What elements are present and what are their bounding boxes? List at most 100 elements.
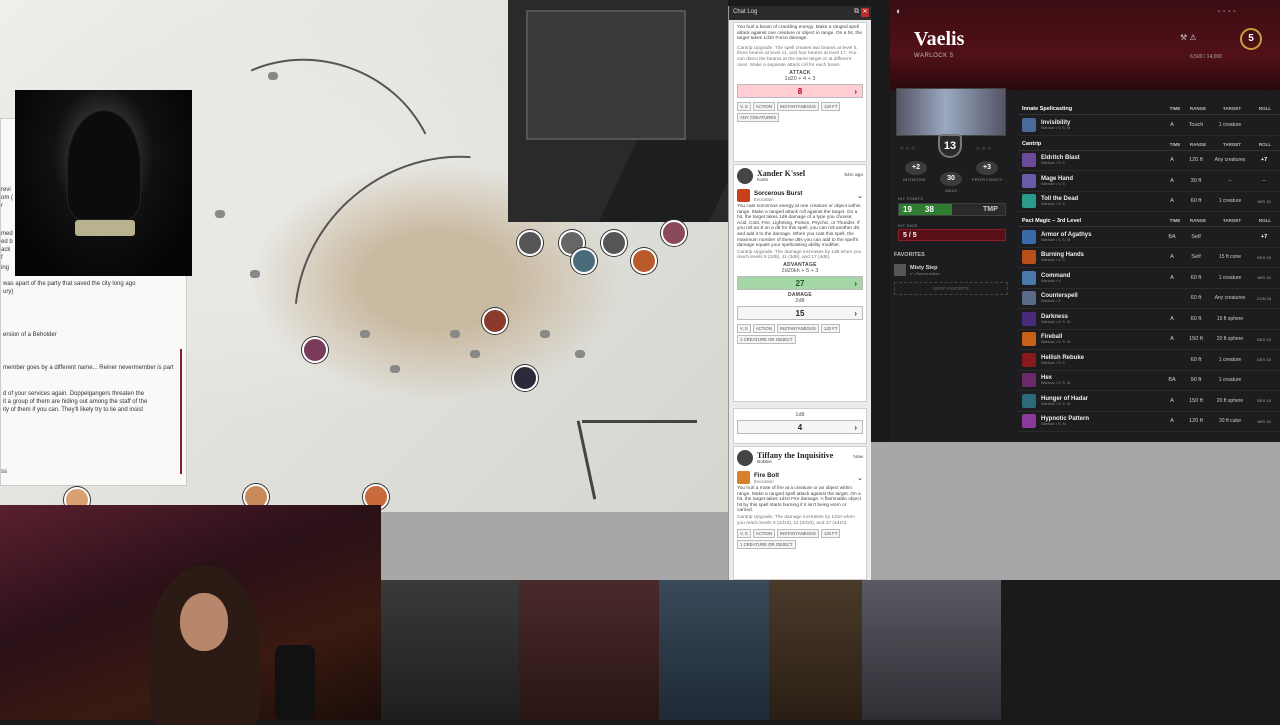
spell-name[interactable]: Invisibility Warlock • V, S, M — [1041, 120, 1160, 130]
spell-name-text: Armor of Agathys — [1041, 231, 1092, 238]
spell-row[interactable]: Hex Warlock • V, S, M BA 90 ft 1 creature — [1018, 371, 1280, 391]
spell-name[interactable]: Counterspell Warlock • S — [1041, 293, 1160, 303]
spell-row[interactable]: Burning Hands Warlock • V, S A Self 15 ft co… — [1018, 248, 1280, 268]
token[interactable] — [517, 230, 543, 256]
hit-dice-value[interactable]: 5 / 5 — [898, 229, 1006, 241]
column-header: ROLL — [1258, 141, 1272, 147]
handout-scrollbar[interactable] — [180, 349, 182, 474]
spell-name[interactable]: Hypnotic Pattern Warlock • S, M — [1041, 416, 1160, 426]
spell-name[interactable]: Hunger of Hadar Warlock • V, S, M — [1041, 396, 1160, 406]
spell-name[interactable]: Armor of Agathys Warlock • V, S, M — [1041, 232, 1160, 242]
spell-header[interactable]: Fire Bolt Evocation ⌄ — [734, 469, 866, 486]
roll-value: 4 — [797, 423, 803, 432]
drop-favorite-zone[interactable]: DROP FAVORITE — [894, 282, 1008, 295]
spell-range: 150 ft — [1189, 397, 1203, 404]
roll-formula: 2d8 — [795, 297, 805, 304]
token[interactable] — [571, 248, 597, 274]
spell-target: Any creatures — [1214, 157, 1246, 164]
chat-log-header: Chat Log ⧉ ✕ — [729, 6, 871, 20]
token[interactable] — [482, 308, 508, 334]
spell-name[interactable]: Eldritch Blast Warlock • V, S — [1041, 155, 1160, 165]
hit-dice-label: HIT DICE — [898, 223, 918, 228]
token[interactable] — [661, 220, 687, 246]
spell-name[interactable]: Hex Warlock • V, S, M — [1041, 375, 1160, 385]
character-portrait[interactable] — [896, 88, 1006, 136]
spell-row[interactable]: Eldritch Blast Warlock • V, S A 120 ft Any c… — [1018, 151, 1280, 171]
spell-row[interactable]: Darkness Warlock • V, S, M A 60 ft 15 ft sph… — [1018, 309, 1280, 330]
window-controls[interactable]: ▫▫▫▫ — [1218, 9, 1239, 15]
chevron-down-icon[interactable]: ⌄ — [857, 192, 863, 200]
spell-roll[interactable]: DEX 15 — [1252, 337, 1276, 342]
spell-header[interactable]: Sorcerous Burst Evocation ⌄ — [734, 187, 866, 204]
spell-icon — [1022, 332, 1036, 347]
roll-result[interactable]: 27 › — [737, 275, 863, 290]
token[interactable] — [512, 365, 538, 391]
token[interactable] — [631, 248, 657, 274]
rest-icon[interactable]: ⚒ ⚠ — [1180, 33, 1197, 42]
hp-bar[interactable]: 19 38 TMP — [898, 203, 1006, 216]
spell-target: 1 creature — [1218, 377, 1242, 384]
rock — [215, 210, 225, 218]
handout-line: it a group of them are hiding out among … — [3, 399, 148, 405]
roll-value: 27 — [795, 278, 805, 288]
spell-roll[interactable]: DEX 15 — [1252, 357, 1276, 362]
spell-components: Warlock • V, S, M — [1041, 340, 1071, 345]
spell-name[interactable]: Fireball Warlock • V, S, M — [1041, 334, 1160, 344]
column-header: RANGE — [1189, 218, 1207, 223]
close-icon[interactable]: ✕ — [861, 8, 869, 17]
death-saves[interactable]: ○○○ — [900, 146, 917, 152]
spell-row[interactable]: Invisibility Warlock • V, S, M A Touch 1 cre… — [1018, 115, 1280, 136]
death-saves[interactable]: ○○○ — [976, 146, 993, 152]
tmp-hp[interactable]: TMP — [983, 206, 998, 213]
spell-name: Sorcerous Burst — [754, 189, 803, 197]
favorite-item[interactable]: Misty Step V • Bonus Action — [894, 264, 1008, 276]
token[interactable] — [302, 337, 328, 363]
spell-icon — [1022, 414, 1036, 429]
sheet-menu-icon[interactable]: ◐ — [896, 6, 901, 16]
spell-name[interactable]: Mage Hand Warlock • V, S — [1041, 176, 1160, 186]
spell-target: 1 creature — [1218, 274, 1242, 281]
chevron-right-icon: › — [854, 278, 857, 288]
tag: V, S — [737, 102, 751, 112]
spell-name-text: Hunger of Hadar — [1041, 395, 1089, 402]
spell-row[interactable]: Hypnotic Pattern Warlock • S, M A 120 ft 30 … — [1018, 412, 1280, 432]
spell-name[interactable]: Hellish Rebuke Warlock • V, S — [1041, 355, 1160, 365]
spell-roll[interactable]: – — [1252, 178, 1276, 184]
roll-result[interactable]: 8 › — [737, 84, 863, 99]
chat-log-panel[interactable]: Chat Log ⧉ ✕ You hurl a beam of cracklin… — [728, 6, 871, 580]
column-header: RANGE — [1189, 106, 1207, 111]
spell-row[interactable]: Hellish Rebuke Warlock • V, S 60 ft 1 creat… — [1018, 350, 1280, 371]
roll-result[interactable]: 4 › — [737, 420, 863, 434]
spell-row[interactable]: Mage Hand Warlock • V, S A 30 ft – – — [1018, 171, 1280, 192]
spell-roll[interactable]: WIS 15 — [1252, 275, 1276, 280]
popout-icon[interactable]: ⧉ — [854, 8, 859, 16]
chevron-down-icon[interactable]: ⌄ — [857, 474, 863, 482]
character-sheet[interactable]: ◐ Vaelis WARLOCK 5 ▫▫▫▫ ⚒ ⚠ 5 6,500 / 14… — [890, 0, 1280, 442]
spell-time: A — [1170, 336, 1174, 343]
hp-max: 38 — [925, 205, 934, 214]
spell-row[interactable]: Counterspell Warlock • S 60 ft Any creature… — [1018, 289, 1280, 309]
token[interactable] — [601, 230, 627, 256]
spell-row[interactable]: Hunger of Hadar Warlock • V, S, M A 150 ft 2… — [1018, 391, 1280, 412]
spell-roll[interactable]: DEX 15 — [1252, 398, 1276, 403]
roll-result[interactable]: 15 › — [737, 305, 863, 320]
spell-roll[interactable]: +7 — [1252, 234, 1276, 240]
spell-icon — [1022, 194, 1036, 209]
spell-name[interactable]: Command Warlock • V — [1041, 273, 1160, 283]
spell-icon — [1022, 352, 1036, 367]
spell-roll[interactable]: CON 15 — [1252, 296, 1276, 301]
spell-name[interactable]: Burning Hands Warlock • V, S — [1041, 252, 1160, 262]
initiative-value[interactable]: +2 — [905, 161, 927, 175]
spell-roll[interactable]: DEX 15 — [1252, 255, 1276, 260]
spell-row[interactable]: Toll the Dead Warlock • V, S A 60 ft 1 creat… — [1018, 192, 1280, 212]
spell-description: You cast sorcerous energy at one creatur… — [737, 204, 861, 249]
spell-roll[interactable]: WIS 15 — [1252, 199, 1276, 204]
spell-name[interactable]: Toll the Dead Warlock • V, S — [1041, 196, 1160, 206]
spell-row[interactable]: Command Warlock • V A 60 ft 1 creature WIS 15 — [1018, 268, 1280, 289]
spell-row[interactable]: Fireball Warlock • V, S, M A 150 ft 20 ft sp… — [1018, 330, 1280, 350]
spell-roll[interactable]: +7 — [1252, 157, 1276, 163]
spell-roll[interactable]: WIS 15 — [1252, 419, 1276, 424]
spell-row[interactable]: Armor of Agathys Warlock • V, S, M BA Self +… — [1018, 227, 1280, 248]
spell-name-text: Darkness — [1041, 313, 1069, 320]
spell-name[interactable]: Darkness Warlock • V, S, M — [1041, 314, 1160, 324]
